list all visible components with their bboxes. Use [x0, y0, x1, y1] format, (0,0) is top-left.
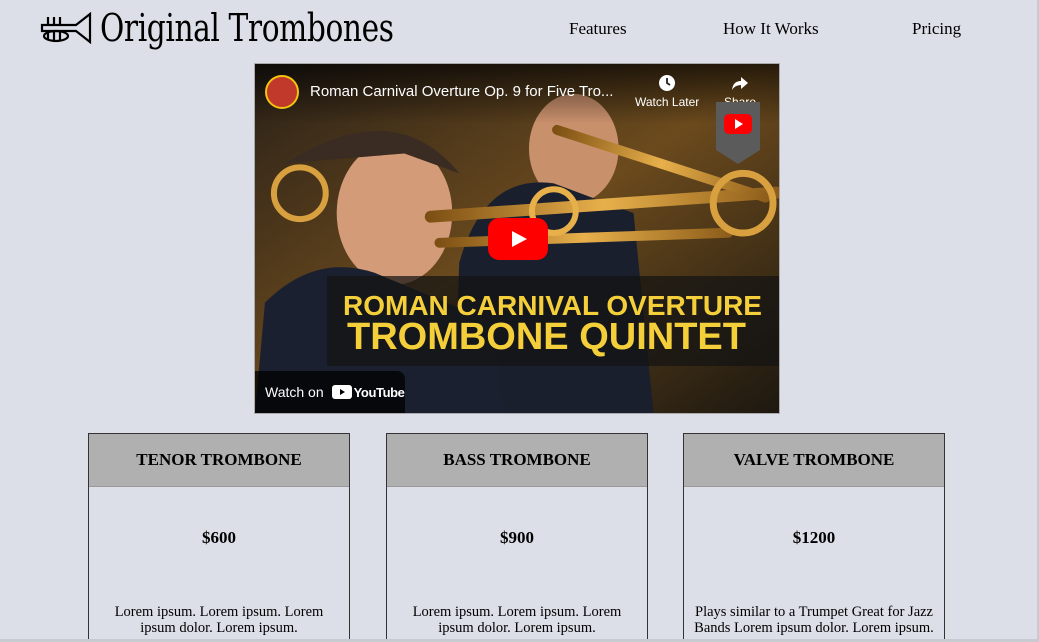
overlay-line-2: TROMBONE QUINTET: [347, 316, 746, 358]
card-title: VALVE TROMBONE: [684, 434, 944, 487]
channel-avatar[interactable]: [265, 75, 299, 109]
pricing-card-valve: VALVE TROMBONE $1200 Plays similar to a …: [683, 433, 945, 642]
youtube-banner-icon: [716, 102, 760, 164]
nav-features[interactable]: Features: [569, 19, 627, 39]
video-title[interactable]: Roman Carnival Overture Op. 9 for Five T…: [310, 83, 613, 100]
logo[interactable]: Original Trombones: [40, 6, 476, 50]
pricing-card-tenor: TENOR TROMBONE $600 Lorem ipsum. Lorem i…: [88, 433, 350, 642]
watch-on-youtube-link[interactable]: Watch on YouTube: [255, 371, 405, 413]
card-price: $600: [202, 528, 236, 547]
watch-later-button[interactable]: Watch Later: [635, 74, 699, 109]
card-description: Lorem ipsum. Lorem ipsum. Lorem ipsum do…: [412, 604, 622, 636]
page: Original Trombones Features How It Works…: [0, 0, 1039, 642]
logo-text: Original Trombones: [100, 6, 394, 50]
play-icon: [331, 385, 352, 399]
watch-on-label: Watch on: [265, 384, 324, 400]
card-description: Lorem ipsum. Lorem ipsum. Lorem ipsum do…: [114, 604, 324, 636]
nav-pricing[interactable]: Pricing: [912, 19, 961, 39]
card-price: $900: [500, 528, 534, 547]
card-price: $1200: [792, 528, 836, 547]
youtube-wordmark: YouTube: [353, 384, 405, 400]
pricing-card-bass: BASS TROMBONE $900 Lorem ipsum. Lorem ip…: [386, 433, 648, 642]
share-arrow-icon: [732, 77, 749, 90]
clock-icon: [659, 75, 676, 91]
card-title: BASS TROMBONE: [387, 434, 647, 487]
youtube-logo-icon: YouTube: [331, 384, 405, 400]
video-player[interactable]: Roman Carnival Overture Op. 9 for Five T…: [254, 63, 780, 414]
card-description: Plays similar to a Trumpet Great for Jaz…: [694, 604, 934, 636]
play-button[interactable]: [488, 218, 548, 260]
card-title: TENOR TROMBONE: [89, 434, 349, 487]
trumpet-icon: [40, 11, 92, 45]
nav-how-it-works[interactable]: How It Works: [723, 19, 819, 39]
watch-later-label: Watch Later: [635, 95, 700, 109]
